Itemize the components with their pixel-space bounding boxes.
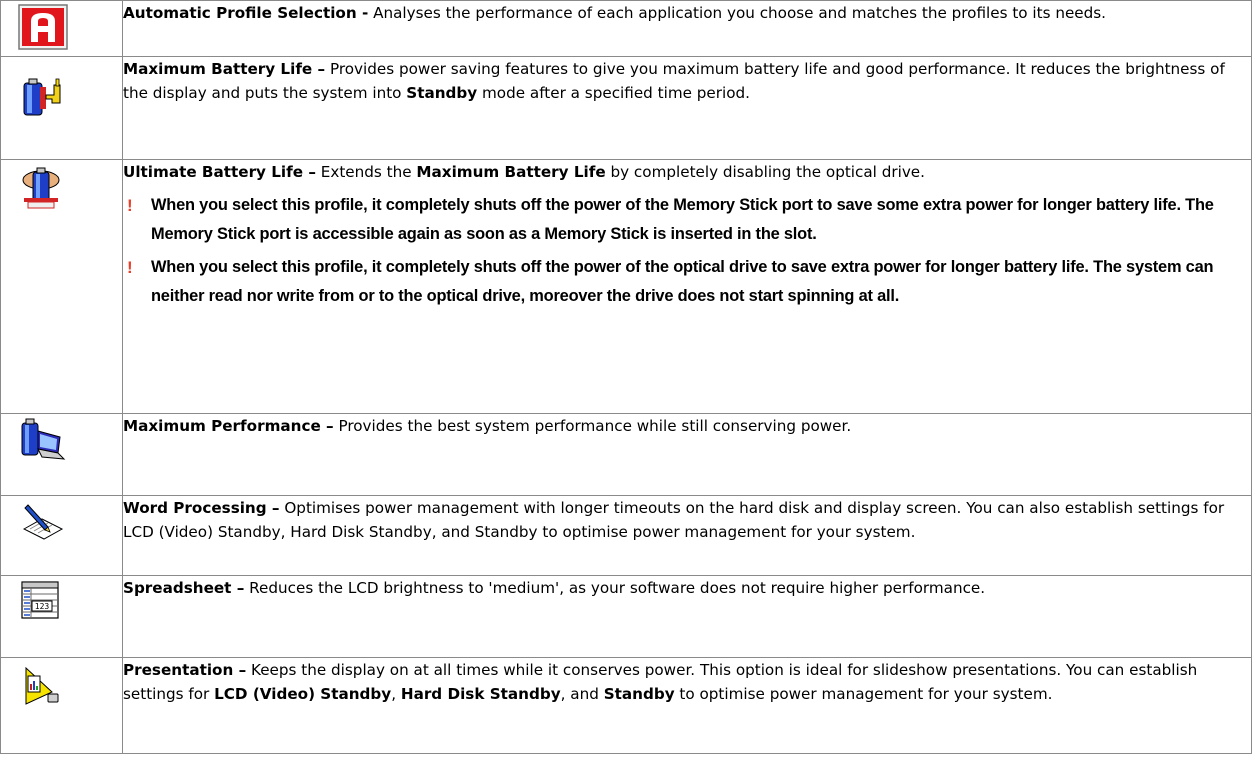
pen-paper-icon (18, 499, 70, 551)
battery-plug-icon (18, 73, 70, 125)
profile-description: Word Processing – Optimises power manage… (122, 495, 1252, 576)
warning-note-text: When you select this profile, it complet… (151, 196, 1214, 243)
profile-desc: Provides the best system performance whi… (333, 417, 852, 435)
profile-row-word-processing: Word Processing – Optimises power manage… (0, 495, 1252, 576)
profile-term: Word Processing – (123, 499, 280, 517)
profile-row-presentation: Presentation – Keeps the display on at a… (0, 657, 1252, 754)
profile-icon-cell (0, 0, 123, 57)
spreadsheet-icon: 123 (18, 579, 70, 631)
profile-desc: Extends the (315, 163, 417, 181)
lcd-standby-term: LCD (Video) Standby (214, 685, 392, 703)
profile-icon-cell (0, 56, 123, 160)
profile-row-maximum-performance: Maximum Performance – Provides the best … (0, 413, 1252, 496)
profile-desc: , and (560, 685, 604, 703)
profile-icon-cell (0, 657, 123, 754)
profile-description: Automatic Profile Selection - Analyses t… (122, 0, 1252, 57)
profile-row-automatic: Automatic Profile Selection - Analyses t… (0, 0, 1252, 57)
letter-a-icon (18, 4, 70, 56)
maximum-battery-term: Maximum Battery Life (416, 163, 606, 181)
profile-icon-cell (0, 413, 123, 496)
profile-desc: , (391, 685, 401, 703)
power-profiles-table: Automatic Profile Selection - Analyses t… (0, 0, 1252, 754)
hard-disk-standby-term: Hard Disk Standby (400, 685, 561, 703)
warning-note-text: When you select this profile, it complet… (151, 258, 1214, 305)
profile-term: Spreadsheet – (123, 579, 245, 597)
profile-row-spreadsheet: 123 Spreadsheet – Reduces the LCD bright… (0, 575, 1252, 658)
profile-description: Maximum Performance – Provides the best … (122, 413, 1252, 496)
battery-guard-icon (18, 166, 70, 218)
profile-description: Ultimate Battery Life – Extends the Maxi… (122, 159, 1252, 414)
standby-term: Standby (603, 685, 675, 703)
profile-description: Maximum Battery Life – Provides power sa… (122, 56, 1252, 160)
profile-icon-cell: 123 (0, 575, 123, 658)
profile-term: Maximum Battery Life – (123, 60, 326, 78)
profile-term: Maximum Performance – (123, 417, 334, 435)
profile-icon-cell (0, 159, 123, 414)
profile-icon-cell (0, 495, 123, 576)
profile-term: Presentation – (123, 661, 247, 679)
profile-description: Presentation – Keeps the display on at a… (122, 657, 1252, 754)
profile-row-maximum-battery: Maximum Battery Life – Provides power sa… (0, 56, 1252, 160)
presentation-icon (18, 664, 70, 716)
profile-desc: to optimise power management for your sy… (674, 685, 1053, 703)
profile-desc: Optimises power management with longer t… (123, 499, 1225, 541)
warning-icon: ! (127, 196, 133, 215)
profile-desc: mode after a specified time period. (477, 84, 750, 102)
standby-term: Standby (406, 84, 478, 102)
profile-desc: Reduces the LCD brightness to 'medium', … (244, 579, 986, 597)
battery-laptop-icon (18, 417, 70, 469)
profile-desc: by completely disabling the optical driv… (605, 163, 925, 181)
warning-note: ! When you select this profile, it compl… (127, 191, 1251, 249)
profile-description: Spreadsheet – Reduces the LCD brightness… (122, 575, 1252, 658)
profile-desc: Analyses the performance of each applica… (368, 4, 1107, 22)
warning-note: ! When you select this profile, it compl… (127, 253, 1251, 311)
profile-term: Ultimate Battery Life – (123, 163, 316, 181)
profile-row-ultimate-battery: Ultimate Battery Life – Extends the Maxi… (0, 159, 1252, 414)
warning-icon: ! (127, 258, 133, 277)
profile-term: Automatic Profile Selection - (123, 4, 369, 22)
spreadsheet-icon-label: 123 (35, 602, 50, 611)
